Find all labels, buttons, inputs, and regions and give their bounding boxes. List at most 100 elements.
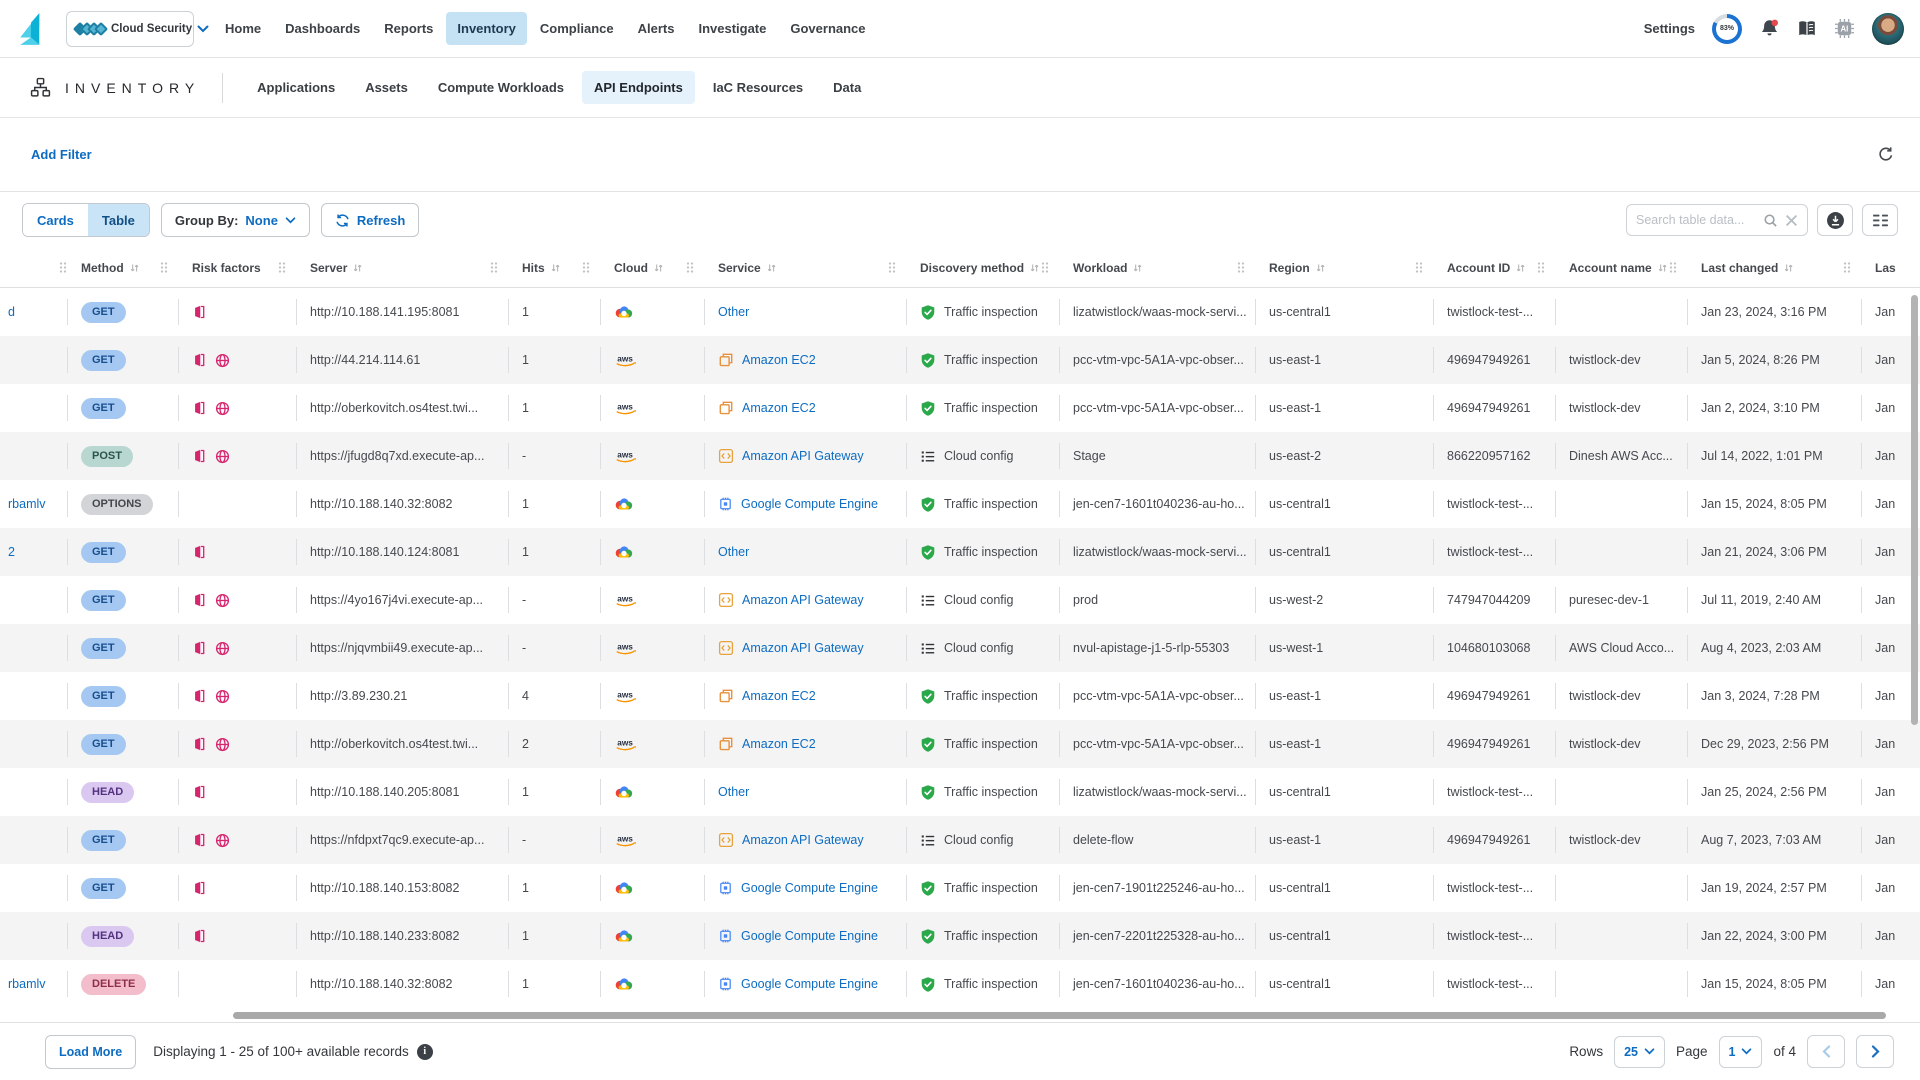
column-header-service[interactable]: Service bbox=[704, 248, 906, 287]
service-link[interactable]: Other bbox=[718, 545, 749, 559]
next-page-button[interactable] bbox=[1856, 1035, 1894, 1068]
service-link[interactable]: Amazon API Gateway bbox=[742, 449, 864, 463]
search-icon[interactable] bbox=[1763, 213, 1778, 228]
page-select[interactable]: 1 bbox=[1719, 1036, 1763, 1068]
nav-item-reports[interactable]: Reports bbox=[373, 12, 444, 45]
info-icon[interactable]: i bbox=[417, 1044, 433, 1060]
horizontal-scrollbar[interactable] bbox=[233, 1012, 1886, 1019]
nav-item-compliance[interactable]: Compliance bbox=[529, 12, 625, 45]
tab-data[interactable]: Data bbox=[821, 71, 873, 104]
table-row[interactable]: GEThttp://44.214.114.611awsAmazon EC2Tra… bbox=[0, 336, 1920, 384]
tab-api-endpoints[interactable]: API Endpoints bbox=[582, 71, 695, 104]
column-header-region[interactable]: Region bbox=[1255, 248, 1433, 287]
documentation-book-icon[interactable] bbox=[1797, 20, 1817, 38]
nav-item-dashboards[interactable]: Dashboards bbox=[274, 12, 371, 45]
rows-per-page-select[interactable]: 25 bbox=[1614, 1036, 1665, 1068]
table-row[interactable]: GEThttp://oberkovitch.os4test.twi...2aws… bbox=[0, 720, 1920, 768]
settings-button[interactable]: Settings bbox=[1644, 21, 1695, 36]
service-link[interactable]: Amazon EC2 bbox=[742, 401, 816, 415]
download-button[interactable] bbox=[1817, 204, 1853, 236]
service-link[interactable]: Other bbox=[718, 785, 749, 799]
drag-handle-icon[interactable] bbox=[160, 261, 168, 274]
cards-view-button[interactable]: Cards bbox=[23, 204, 88, 236]
google-compute-engine-service-icon bbox=[718, 880, 733, 896]
service-link[interactable]: Other bbox=[718, 305, 749, 319]
drag-handle-icon[interactable] bbox=[1415, 261, 1423, 274]
tab-iac-resources[interactable]: IaC Resources bbox=[701, 71, 815, 104]
table-view-button[interactable]: Table bbox=[88, 204, 149, 236]
tab-compute-workloads[interactable]: Compute Workloads bbox=[426, 71, 576, 104]
table-row[interactable]: GEThttps://njqvmbii49.execute-ap...-awsA… bbox=[0, 624, 1920, 672]
group-by-button[interactable]: Group By: None bbox=[161, 203, 310, 237]
table-row[interactable]: GEThttps://nfdpxt7qc9.execute-ap...-awsA… bbox=[0, 816, 1920, 864]
table-row[interactable]: HEADhttp://10.188.140.205:80811OtherTraf… bbox=[0, 768, 1920, 816]
drag-handle-icon[interactable] bbox=[278, 261, 286, 274]
column-header-discovery[interactable]: Discovery method bbox=[906, 248, 1059, 287]
column-header-account_id[interactable]: Account ID bbox=[1433, 248, 1555, 287]
table-row[interactable]: GEThttp://oberkovitch.os4test.twi...1aws… bbox=[0, 384, 1920, 432]
column-header-method[interactable]: Method bbox=[67, 248, 178, 287]
service-link[interactable]: Google Compute Engine bbox=[741, 497, 878, 511]
search-input[interactable] bbox=[1636, 213, 1756, 227]
api-path-link[interactable]: 2 bbox=[8, 545, 15, 559]
table-row[interactable]: GEThttp://3.89.230.214awsAmazon EC2Traff… bbox=[0, 672, 1920, 720]
refresh-button[interactable]: Refresh bbox=[321, 203, 419, 237]
table-row[interactable]: POSThttps://jfugd8q7xd.execute-ap...-aws… bbox=[0, 432, 1920, 480]
service-link[interactable]: Amazon EC2 bbox=[742, 737, 816, 751]
service-link[interactable]: Amazon API Gateway bbox=[742, 641, 864, 655]
previous-page-button[interactable] bbox=[1807, 1035, 1845, 1068]
drag-handle-icon[interactable] bbox=[1041, 261, 1049, 274]
nav-item-investigate[interactable]: Investigate bbox=[687, 12, 777, 45]
drag-handle-icon[interactable] bbox=[888, 261, 896, 274]
service-link[interactable]: Amazon EC2 bbox=[742, 689, 816, 703]
table-row[interactable]: GEThttp://10.188.140.153:80821Google Com… bbox=[0, 864, 1920, 912]
table-row[interactable]: rbamlvDELETEhttp://10.188.140.32:80821Go… bbox=[0, 960, 1920, 1008]
drag-handle-icon[interactable] bbox=[1537, 261, 1545, 274]
service-link[interactable]: Amazon API Gateway bbox=[742, 833, 864, 847]
notifications-bell-icon[interactable] bbox=[1759, 18, 1780, 39]
table-row[interactable]: GEThttps://4yo167j4vi.execute-ap...-awsA… bbox=[0, 576, 1920, 624]
nav-item-governance[interactable]: Governance bbox=[779, 12, 876, 45]
api-path-link[interactable]: rbamlv bbox=[8, 977, 46, 991]
column-header-cloud[interactable]: Cloud bbox=[600, 248, 704, 287]
table-row[interactable]: rbamlvOPTIONShttp://10.188.140.32:80821G… bbox=[0, 480, 1920, 528]
table-row[interactable]: dGEThttp://10.188.141.195:80811OtherTraf… bbox=[0, 288, 1920, 336]
drag-handle-icon[interactable] bbox=[686, 261, 694, 274]
clear-search-icon[interactable] bbox=[1785, 214, 1798, 227]
nav-item-inventory[interactable]: Inventory bbox=[446, 12, 527, 45]
load-more-button[interactable]: Load More bbox=[45, 1035, 136, 1069]
column-settings-button[interactable] bbox=[1862, 204, 1898, 236]
column-header-account_name[interactable]: Account name bbox=[1555, 248, 1687, 287]
api-path-link[interactable]: rbamlv bbox=[8, 497, 46, 511]
cell-cloud bbox=[600, 528, 704, 576]
column-header-hits[interactable]: Hits bbox=[508, 248, 600, 287]
drag-handle-icon[interactable] bbox=[1237, 261, 1245, 274]
service-link[interactable]: Amazon API Gateway bbox=[742, 593, 864, 607]
drag-handle-icon[interactable] bbox=[59, 261, 67, 274]
drag-handle-icon[interactable] bbox=[1669, 261, 1677, 274]
drag-handle-icon[interactable] bbox=[490, 261, 498, 274]
add-filter-button[interactable]: Add Filter bbox=[31, 147, 92, 162]
ai-copilot-icon[interactable]: AI bbox=[1834, 18, 1855, 39]
product-switcher[interactable]: Cloud Security bbox=[66, 11, 194, 47]
service-link[interactable]: Google Compute Engine bbox=[741, 977, 878, 991]
drag-handle-icon[interactable] bbox=[1843, 261, 1851, 274]
reset-filters-icon[interactable] bbox=[1877, 146, 1894, 163]
user-avatar[interactable] bbox=[1872, 13, 1904, 45]
service-link[interactable]: Google Compute Engine bbox=[741, 929, 878, 943]
table-row[interactable]: HEADhttp://10.188.140.233:80821Google Co… bbox=[0, 912, 1920, 960]
table-row[interactable]: 2GEThttp://10.188.140.124:80811OtherTraf… bbox=[0, 528, 1920, 576]
service-link[interactable]: Google Compute Engine bbox=[741, 881, 878, 895]
service-link[interactable]: Amazon EC2 bbox=[742, 353, 816, 367]
drag-handle-icon[interactable] bbox=[582, 261, 590, 274]
usage-meter[interactable]: 83% bbox=[1712, 14, 1742, 44]
column-header-last_changed[interactable]: Last changed bbox=[1687, 248, 1861, 287]
column-header-server[interactable]: Server bbox=[296, 248, 508, 287]
nav-item-home[interactable]: Home bbox=[214, 12, 272, 45]
nav-item-alerts[interactable]: Alerts bbox=[627, 12, 686, 45]
vertical-scrollbar[interactable] bbox=[1911, 295, 1918, 725]
tab-applications[interactable]: Applications bbox=[245, 71, 347, 104]
api-path-link[interactable]: d bbox=[8, 305, 15, 319]
column-header-workload[interactable]: Workload bbox=[1059, 248, 1255, 287]
tab-assets[interactable]: Assets bbox=[353, 71, 420, 104]
